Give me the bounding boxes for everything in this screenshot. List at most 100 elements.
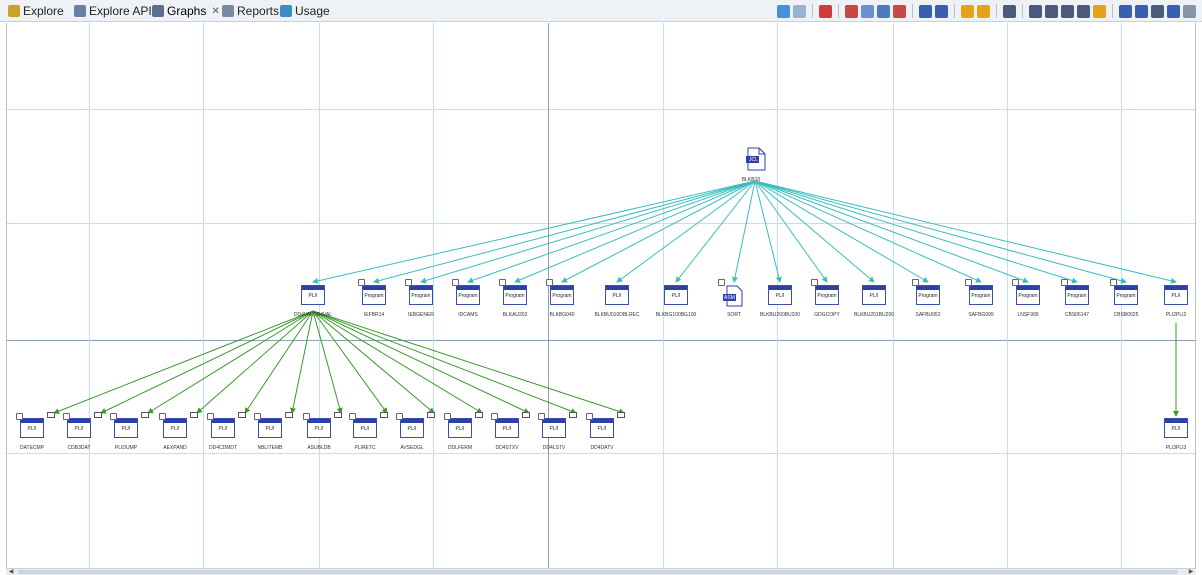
node-type-label: PL/I: [455, 426, 465, 432]
filter-red-icon[interactable]: [845, 4, 858, 18]
program-node[interactable]: PL/I: [67, 418, 91, 438]
close-tab-icon[interactable]: ✕: [211, 6, 219, 17]
node-label: DD4DATV: [590, 445, 614, 451]
zoom-area-icon[interactable]: [1061, 4, 1074, 18]
expand-icon[interactable]: [475, 412, 483, 418]
program-node[interactable]: PL/I: [862, 285, 886, 305]
settings-icon[interactable]: [1151, 4, 1164, 18]
node-header-bar: [606, 286, 628, 290]
program-node[interactable]: PL/I: [1164, 285, 1188, 305]
graph-canvas[interactable]: JCL BLKB10 PL/I DD4VALDD4VAL Program IEFBR14 P…: [6, 23, 1196, 568]
program-node[interactable]: Program: [409, 285, 433, 305]
scroll-right-button[interactable]: ▶: [1187, 569, 1195, 575]
filter-mixed-icon[interactable]: [877, 4, 890, 18]
tab-reports[interactable]: Reports: [222, 3, 279, 19]
program-node[interactable]: PL/I: [20, 418, 44, 438]
graph-edge: [312, 310, 343, 414]
highlight-icon[interactable]: [819, 4, 832, 18]
program-node[interactable]: PL/I: [1164, 418, 1188, 438]
connect-icon[interactable]: [1119, 4, 1132, 18]
expand-icon[interactable]: [238, 412, 246, 418]
tab-label: Explore APIs: [89, 4, 158, 18]
pan-hand-icon[interactable]: [1045, 4, 1058, 18]
graph-toolbar: [777, 3, 1196, 19]
tree-layout-icon[interactable]: [919, 4, 932, 18]
node-type-label: PL/I: [502, 426, 512, 432]
program-node[interactable]: PL/I: [211, 418, 235, 438]
program-node[interactable]: Program: [1114, 285, 1138, 305]
program-node[interactable]: Program: [1016, 285, 1040, 305]
program-node[interactable]: PL/I: [605, 285, 629, 305]
program-node[interactable]: PL/I: [664, 285, 688, 305]
expand-icon[interactable]: [94, 412, 102, 418]
fit-graph-icon[interactable]: [777, 4, 790, 18]
zoom-in-icon[interactable]: [1077, 4, 1090, 18]
layout-back-icon[interactable]: [793, 4, 806, 18]
reports-view-icon: [222, 5, 234, 17]
program-node[interactable]: PL/I: [353, 418, 377, 438]
program-node[interactable]: ASM: [722, 285, 746, 307]
program-node[interactable]: PL/I: [114, 418, 138, 438]
node-type-label: PL/I: [74, 426, 84, 432]
filter-blue-icon[interactable]: [861, 4, 874, 18]
program-node[interactable]: Program: [815, 285, 839, 305]
horizontal-scrollbar[interactable]: ◀ ▶: [6, 568, 1196, 575]
lock-icon: [452, 279, 459, 286]
program-node[interactable]: PL/I: [301, 285, 325, 305]
lock-icon: [16, 413, 23, 420]
expand-icon[interactable]: [569, 412, 577, 418]
zoom-fit-icon[interactable]: [1093, 4, 1106, 18]
program-node[interactable]: PL/I: [590, 418, 614, 438]
print-icon[interactable]: [1167, 4, 1180, 18]
filter-remove-icon[interactable]: [893, 4, 906, 18]
program-node[interactable]: Program: [503, 285, 527, 305]
node-type-label: Program: [971, 293, 991, 299]
program-node[interactable]: Program: [969, 285, 993, 305]
expand-icon[interactable]: [190, 412, 198, 418]
view-menu-icon[interactable]: [1183, 4, 1196, 18]
expand-icon[interactable]: [427, 412, 435, 418]
grid-layout-icon[interactable]: [935, 4, 948, 18]
jcl-root-node[interactable]: JCL: [745, 147, 767, 176]
scroll-left-button[interactable]: ◀: [7, 569, 15, 575]
program-node[interactable]: PL/I: [495, 418, 519, 438]
lock-icon: [303, 413, 310, 420]
expand-icon[interactable]: [285, 412, 293, 418]
program-node[interactable]: Program: [1065, 285, 1089, 305]
explore-view-icon: [8, 5, 20, 17]
program-node[interactable]: Program: [916, 285, 940, 305]
tab-usage[interactable]: Usage: [280, 3, 330, 19]
lock-icon: [718, 279, 725, 286]
program-node[interactable]: PL/I: [400, 418, 424, 438]
undo-icon[interactable]: [961, 4, 974, 18]
graph-edge: [312, 310, 388, 414]
program-node[interactable]: Program: [456, 285, 480, 305]
scrollbar-thumb[interactable]: [18, 570, 1178, 574]
node-type-label: Program: [458, 293, 478, 299]
program-node[interactable]: PL/I: [163, 418, 187, 438]
expand-icon[interactable]: [334, 412, 342, 418]
tab-explore-apis[interactable]: Explore APIs: [74, 3, 158, 19]
program-node[interactable]: Program: [550, 285, 574, 305]
program-node[interactable]: PL/I: [542, 418, 566, 438]
select-icon[interactable]: [1003, 4, 1016, 18]
pointer-icon[interactable]: [1029, 4, 1042, 18]
program-node[interactable]: PL/I: [258, 418, 282, 438]
expand-icon[interactable]: [522, 412, 530, 418]
tab-label: Explore: [23, 4, 64, 18]
program-node[interactable]: PL/I: [307, 418, 331, 438]
program-node[interactable]: PL/I: [768, 285, 792, 305]
expand-icon[interactable]: [380, 412, 388, 418]
expand-icon[interactable]: [617, 412, 625, 418]
tab-explore[interactable]: Explore: [8, 3, 64, 19]
program-node[interactable]: PL/I: [448, 418, 472, 438]
expand-icon[interactable]: [47, 412, 55, 418]
graph-edge: [312, 310, 625, 415]
export-icon[interactable]: [1135, 4, 1148, 18]
graph-edge: [754, 180, 929, 283]
tab-graphs[interactable]: Graphs ✕: [152, 3, 220, 19]
node-header-bar: [769, 286, 791, 290]
redo-icon[interactable]: [977, 4, 990, 18]
program-node[interactable]: Program: [362, 285, 386, 305]
expand-icon[interactable]: [141, 412, 149, 418]
